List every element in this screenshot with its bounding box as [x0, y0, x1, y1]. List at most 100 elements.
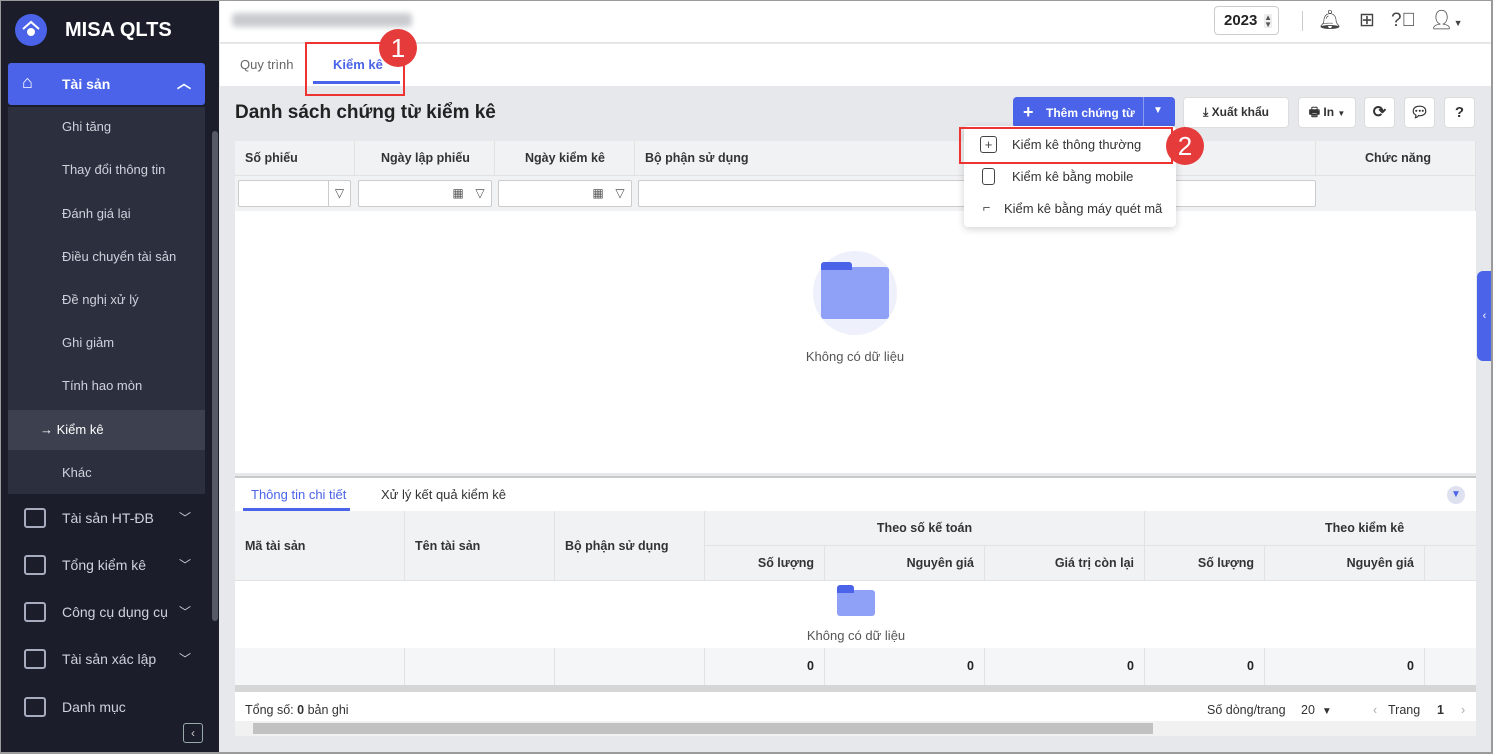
tab-quy-trinh[interactable]: Quy trình	[240, 57, 293, 72]
sidebar-item-cong-cu-dung-cu[interactable]: Công cụ dụng cụ ﹀	[8, 592, 205, 632]
sidebar-item-tinh-hao-mon[interactable]: Tính hao mòn	[8, 366, 205, 406]
sidebar-item-thay-doi-thong-tin[interactable]: Thay đổi thông tin	[8, 150, 205, 190]
col-group-theo-so-ke-toan: Theo số kế toán	[705, 511, 1145, 546]
print-button[interactable]: 🖶︎ In ▼	[1298, 97, 1356, 128]
sidebar-item-tai-san-ht-db[interactable]: Tài sản HT-ĐB ﹀	[8, 498, 205, 538]
chevron-down-icon: ﹀	[178, 511, 191, 525]
sidebar-scrollbar[interactable]	[212, 131, 218, 621]
annotation-badge-1: 1	[379, 29, 417, 67]
col-header-ngay-lap-phieu[interactable]: Ngày lập phiếu	[355, 141, 495, 176]
chevron-down-icon: ﹀	[178, 558, 191, 572]
col-header-ma-tai-san[interactable]: Mã tài sản	[235, 511, 405, 581]
filter-icon[interactable]: ▽	[469, 181, 491, 206]
filter-row: ▽ ▦ ▽ ▦ ▽	[235, 176, 1476, 211]
filter-icon[interactable]: ▽	[328, 181, 350, 206]
col-header-more	[1425, 546, 1476, 581]
sidebar-item-tai-san-xac-lap[interactable]: Tài sản xác lập ﹀	[8, 639, 205, 679]
chat-icon: 💬︎	[1409, 104, 1430, 121]
feedback-button[interactable]: 💬︎	[1404, 97, 1435, 128]
stepper-arrows-icon[interactable]: ▲ ▼	[1264, 14, 1272, 29]
empty-message: Không có dữ liệu	[806, 628, 906, 643]
total-nguyen-gia-kk: 0	[1265, 648, 1425, 685]
col-header-ten-tai-san[interactable]: Tên tài sản	[405, 511, 555, 581]
paint-roller-icon	[24, 602, 46, 622]
page-number[interactable]: 1	[1437, 703, 1444, 717]
col-header-nguyen-gia-kk[interactable]: Nguyên giá	[1265, 546, 1425, 581]
collapse-panel-chevron-icon[interactable]: ▼	[1447, 486, 1465, 504]
logo-icon	[15, 14, 47, 46]
collapse-sidebar-button[interactable]: ‹	[183, 723, 203, 743]
annotation-badge-2: 2	[1166, 127, 1204, 165]
arrow-right-icon: →	[40, 422, 53, 437]
sidebar-item-kiem-ke[interactable]: → Kiểm kê	[8, 410, 205, 450]
bell-icon[interactable]: 🔔︎	[1318, 9, 1342, 33]
detail-panel: Thông tin chi tiết Xử lý kết quả kiểm kê…	[235, 476, 1476, 722]
sidebar: MISA QLTS ⌂ Tài sản ︿ Ghi tăng Thay đổi …	[1, 1, 219, 752]
empty-folder-icon	[837, 585, 875, 616]
voucher-grid: Số phiếu Ngày lập phiếu Ngày kiểm kê Bộ …	[235, 141, 1476, 473]
help-icon[interactable]: ?⃝	[1391, 9, 1416, 33]
sidebar-item-danh-muc[interactable]: Danh mục	[8, 687, 205, 727]
total-so-luong: 0	[705, 648, 825, 685]
sidebar-item-ghi-giam[interactable]: Ghi giảm	[8, 323, 205, 363]
sidebar-item-tong-kiem-ke[interactable]: Tổng kiểm kê ﹀	[8, 545, 205, 585]
rows-per-page-select[interactable]: 20 ▼	[1301, 703, 1332, 717]
add-voucher-button[interactable]: + Thêm chứng từ ▼	[1013, 97, 1175, 128]
refresh-button[interactable]: ⟳	[1364, 97, 1395, 128]
tab-xu-ly-ket-qua[interactable]: Xử lý kết quả kiểm kê	[381, 487, 506, 502]
divider	[1143, 97, 1144, 128]
col-header-ngay-kiem-ke[interactable]: Ngày kiểm kê	[495, 141, 635, 176]
col-header-bo-phan[interactable]: Bộ phận sử dụng	[555, 511, 705, 581]
year-stepper[interactable]: 2023 ▲ ▼	[1214, 6, 1279, 35]
organization-name-blurred	[232, 13, 412, 27]
prev-page-button[interactable]: ‹	[1373, 703, 1377, 717]
col-header-so-phieu[interactable]: Số phiếu	[235, 141, 355, 176]
total-cell	[405, 648, 555, 685]
rows-per-page-label: Số dòng/trang	[1207, 703, 1286, 717]
filter-icon[interactable]: ▽	[609, 181, 631, 206]
page-label: Trang	[1388, 703, 1421, 717]
filter-so-phieu-input[interactable]: ▽	[238, 180, 351, 207]
calendar-icon[interactable]: ▦	[447, 181, 469, 206]
sidebar-item-danh-gia-lai[interactable]: Đánh giá lại	[8, 194, 205, 234]
filter-ngay-lap-input[interactable]: ▦ ▽	[358, 180, 492, 207]
expand-side-panel-button[interactable]: ‹	[1477, 271, 1491, 361]
apps-grid-icon[interactable]: ⊞	[1355, 9, 1379, 33]
filter-ngay-kiem-ke-input[interactable]: ▦ ▽	[498, 180, 632, 207]
total-cell	[1425, 648, 1476, 685]
menu-item-kiem-ke-mobile[interactable]: Kiểm kê bằng mobile	[964, 161, 1176, 193]
help-button[interactable]: ?	[1444, 97, 1475, 128]
col-header-so-luong[interactable]: Số lượng	[705, 546, 825, 581]
sidebar-item-ghi-tang[interactable]: Ghi tăng	[8, 107, 205, 147]
col-header-so-luong-kk[interactable]: Số lượng	[1145, 546, 1265, 581]
plus-icon: +	[1023, 102, 1034, 122]
road-icon	[24, 508, 46, 528]
col-header-nguyen-gia[interactable]: Nguyên giá	[825, 546, 985, 581]
app-name: MISA QLTS	[65, 19, 172, 41]
sidebar-item-tai-san[interactable]: ⌂ Tài sản ︿	[8, 63, 205, 105]
col-header-gia-tri-con-lai[interactable]: Giá trị còn lại	[985, 546, 1145, 581]
barcode-scanner-icon: ⌐	[982, 200, 991, 215]
sidebar-item-dieu-chuyen[interactable]: Điều chuyển tài sản	[8, 237, 205, 277]
horizontal-scrollbar[interactable]	[235, 721, 1476, 736]
list-icon	[24, 697, 46, 717]
add-dropdown-chevron-icon[interactable]: ▼	[1153, 105, 1163, 116]
col-group-theo-kiem-ke: Theo kiểm kê	[1145, 511, 1476, 546]
calendar-icon[interactable]: ▦	[587, 181, 609, 206]
total-cell	[555, 648, 705, 685]
printer-icon: 🖶︎	[1308, 105, 1321, 119]
sidebar-item-khac[interactable]: Khác	[8, 453, 205, 493]
car-house-icon	[24, 649, 46, 669]
user-menu-icon[interactable]: 👤︎▼	[1428, 9, 1464, 33]
scrollbar-thumb[interactable]	[253, 723, 1153, 734]
export-button[interactable]: ⤓ Xuất khẩu	[1183, 97, 1289, 128]
document-check-icon	[24, 555, 46, 575]
download-icon: ⤓	[1202, 105, 1209, 119]
menu-item-kiem-ke-may-quet-ma[interactable]: ⌐ Kiểm kê bằng máy quét mã	[964, 193, 1176, 225]
next-page-button[interactable]: ›	[1461, 703, 1465, 717]
page-title: Danh sách chứng từ kiểm kê	[235, 102, 496, 123]
sidebar-item-de-nghi-xu-ly[interactable]: Đề nghị xử lý	[8, 280, 205, 320]
tab-thong-tin-chi-tiet[interactable]: Thông tin chi tiết	[251, 487, 346, 502]
total-gia-tri-con-lai: 0	[985, 648, 1145, 685]
chevron-down-icon: ﹀	[178, 652, 191, 666]
